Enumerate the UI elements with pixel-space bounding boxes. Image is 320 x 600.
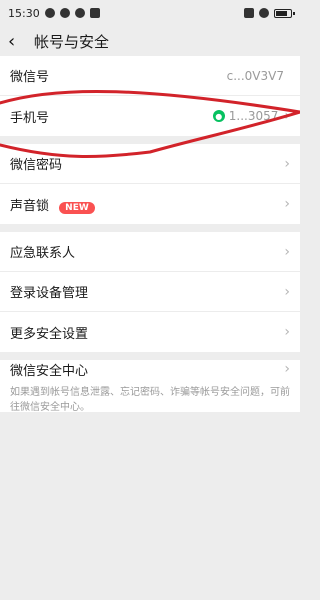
- phone-value: 1...3057: [228, 109, 279, 123]
- emergency-contact-label: 应急联系人: [10, 246, 76, 261]
- security-center-desc: 如果遇到帐号信息泄露、忘记密码、诈骗等帐号安全问题，可前往微信安全中心。: [10, 386, 290, 413]
- notification-icon: [44, 8, 55, 18]
- security-group: 微信密码 › 声音锁 NEW ›: [0, 144, 300, 224]
- emergency-contact-row[interactable]: 应急联系人 ›: [0, 232, 300, 272]
- chevron-right-icon: ›: [284, 283, 290, 300]
- status-bar: 15:30: [0, 0, 300, 26]
- login-devices-row[interactable]: 登录设备管理 ›: [0, 272, 300, 312]
- phone-verified-icon: ●: [212, 110, 225, 122]
- chevron-right-icon: ›: [284, 243, 290, 260]
- chevron-right-icon: ›: [284, 196, 290, 212]
- phone-label: 手机号: [10, 110, 50, 126]
- wechat-id-value: c...0V3V7: [226, 68, 284, 83]
- voice-lock-label: 声音锁: [10, 198, 50, 214]
- password-label: 微信密码: [10, 158, 63, 173]
- app-icon: [59, 8, 70, 18]
- account-group: 微信号 c...0V3V7 手机号 ● 1...3057 ›: [0, 56, 300, 136]
- wifi-icon: [259, 8, 269, 18]
- more-group: 应急联系人 › 登录设备管理 › 更多安全设置 ›: [0, 232, 300, 352]
- nav-header: ‹ 帐号与安全: [0, 26, 300, 56]
- more-security-label: 更多安全设置: [10, 326, 89, 342]
- back-arrow-icon[interactable]: ‹: [8, 31, 28, 52]
- app-icon: [89, 8, 100, 18]
- wechat-id-label: 微信号: [10, 70, 50, 85]
- voice-lock-row[interactable]: 声音锁 NEW ›: [0, 184, 300, 224]
- more-security-row[interactable]: 更多安全设置 ›: [0, 312, 300, 352]
- login-devices-label: 登录设备管理: [10, 286, 89, 301]
- wechat-id-row: 微信号 c...0V3V7: [0, 56, 300, 96]
- vibrate-icon: [244, 8, 254, 18]
- security-center-group: 微信安全中心 › 如果遇到帐号信息泄露、忘记密码、诈骗等帐号安全问题，可前往微信…: [0, 360, 300, 413]
- app-icon: [74, 8, 85, 18]
- security-center-row[interactable]: 微信安全中心 › 如果遇到帐号信息泄露、忘记密码、诈骗等帐号安全问题，可前往微信…: [0, 360, 300, 413]
- page-title: 帐号与安全: [34, 32, 110, 51]
- chevron-right-icon: ›: [284, 155, 290, 172]
- time: 15:30: [8, 6, 40, 20]
- security-center-title: 微信安全中心: [10, 363, 89, 379]
- chevron-right-icon: ›: [284, 324, 290, 340]
- voice-lock-label-wrap: 声音锁 NEW: [10, 195, 284, 214]
- chevron-right-icon: ›: [284, 361, 290, 377]
- phone-row[interactable]: 手机号 ● 1...3057 ›: [0, 96, 300, 136]
- password-row[interactable]: 微信密码 ›: [0, 144, 300, 184]
- phone-value-wrap: ● 1...3057: [212, 109, 279, 123]
- battery-icon: [274, 8, 295, 18]
- new-badge: NEW: [59, 201, 95, 214]
- chevron-right-icon: ›: [284, 108, 290, 124]
